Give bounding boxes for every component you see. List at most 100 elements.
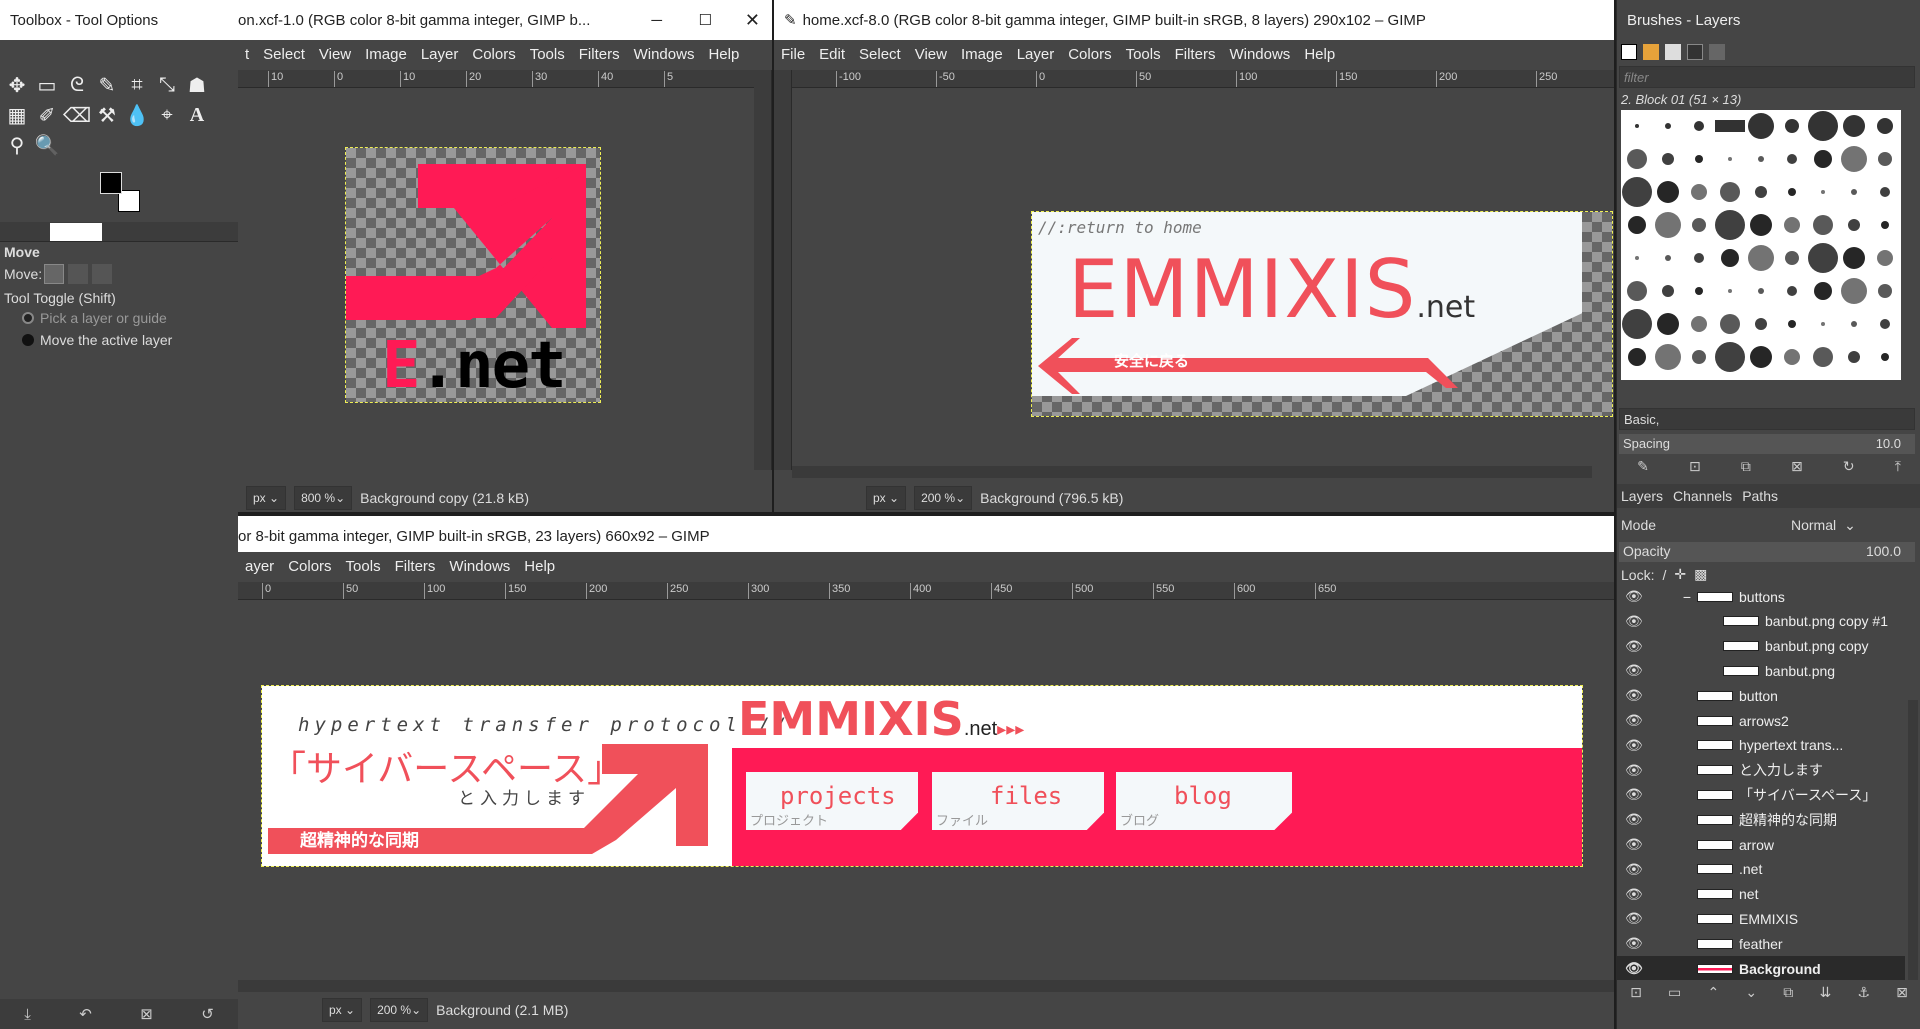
spacing-slider[interactable]: Spacing 10.0 (1619, 434, 1915, 454)
brush-tip[interactable] (1821, 322, 1825, 326)
brush-tip[interactable] (1720, 182, 1740, 202)
brush-tip[interactable] (1878, 284, 1892, 298)
menu-item[interactable]: Help (701, 46, 746, 63)
brush-tip[interactable] (1841, 146, 1867, 172)
brush-tip[interactable] (1821, 190, 1825, 194)
menu-item[interactable]: Tools (339, 558, 388, 575)
brush-tip[interactable] (1748, 245, 1774, 271)
brush-tip[interactable] (1843, 115, 1865, 137)
crop-icon[interactable]: ⌗ (122, 70, 152, 100)
paths-icon[interactable]: ⌖ (152, 100, 182, 130)
brush-tip[interactable] (1665, 255, 1671, 261)
delete-layer-icon[interactable]: ⊠ (1896, 984, 1908, 1008)
menu-item[interactable]: t (238, 46, 256, 63)
tool-options-tab[interactable] (50, 223, 102, 241)
chevron-down-icon[interactable]: ⌄ (1844, 517, 1856, 534)
palettes-tab-icon[interactable] (1709, 44, 1725, 60)
menu-item[interactable]: Filters (388, 558, 443, 575)
layer-row[interactable]: 👁 button (1617, 683, 1905, 708)
brush-grid[interactable] (1621, 110, 1901, 380)
visibility-eye-icon[interactable]: 👁 (1625, 886, 1647, 903)
brush-tip[interactable] (1851, 189, 1857, 195)
menu-item[interactable]: Image (954, 46, 1010, 63)
brush-tip[interactable] (1635, 124, 1639, 128)
brush-preset-select[interactable]: Basic, (1619, 408, 1915, 430)
brush-tip[interactable] (1813, 215, 1833, 235)
brush-tip[interactable] (1881, 221, 1889, 229)
banner-tab-projects[interactable]: projects プロジェクト (746, 772, 918, 830)
brush-tip[interactable] (1694, 253, 1704, 263)
layer-row[interactable]: 👁 hypertext trans... (1617, 733, 1905, 758)
brushes-tab-icon[interactable] (1621, 44, 1637, 60)
color-picker-icon[interactable]: ⚲ (2, 130, 32, 160)
brush-tip[interactable] (1748, 113, 1774, 139)
layer-row[interactable]: 👁 arrow (1617, 832, 1905, 857)
unit-select[interactable]: px ⌄ (866, 486, 907, 510)
brush-tip[interactable] (1715, 342, 1745, 372)
visibility-eye-icon[interactable]: 👁 (1625, 712, 1647, 729)
layer-row[interactable]: 👁 − buttons (1617, 584, 1905, 609)
layer-row[interactable]: 👁 feather (1617, 931, 1905, 956)
brush-tip[interactable] (1628, 348, 1646, 366)
brush-tip[interactable] (1692, 350, 1706, 364)
option-move-layer[interactable]: Move the active layer (22, 332, 172, 348)
brush-tip[interactable] (1877, 250, 1893, 266)
unit-select[interactable]: px ⌄ (322, 998, 363, 1022)
visibility-eye-icon[interactable]: 👁 (1625, 737, 1647, 754)
transform-icon[interactable]: ⤡ (152, 70, 182, 100)
brush-tip[interactable] (1788, 320, 1796, 328)
menu-item[interactable]: Tools (1119, 46, 1168, 63)
brush-tip[interactable] (1814, 282, 1832, 300)
menu-item[interactable]: Colors (465, 46, 522, 63)
lock-alpha-icon[interactable]: ▩ (1694, 566, 1707, 583)
layer-row[interactable]: 👁 arrows2 (1617, 708, 1905, 733)
brush-tip[interactable] (1728, 157, 1732, 161)
main-canvas[interactable]: hypertext transfer protocol:// EMMIXIS.n… (238, 600, 1614, 980)
zoom-select[interactable]: 800 % ⌄ (294, 486, 353, 510)
menu-item[interactable]: Filters (1168, 46, 1223, 63)
move-tool-icon[interactable]: ✥ (2, 70, 32, 100)
visibility-eye-icon[interactable]: 👁 (1625, 786, 1647, 803)
rect-select-icon[interactable]: ▭ (32, 70, 62, 100)
visibility-eye-icon[interactable]: 👁 (1625, 613, 1647, 630)
anchor-icon[interactable]: ⚓ (1857, 984, 1870, 1008)
menu-item[interactable]: View (312, 46, 358, 63)
layer-row[interactable]: 👁 「サイバースペース」 (1617, 782, 1905, 807)
brush-tip[interactable] (1880, 187, 1890, 197)
brush-tip[interactable] (1848, 351, 1860, 363)
opacity-slider[interactable]: Opacity 100.0 (1619, 542, 1915, 562)
option-pick-layer[interactable]: Pick a layer or guide (22, 310, 167, 326)
delete-brush-icon[interactable]: ⊠ (1791, 458, 1803, 480)
menu-item[interactable]: Windows (627, 46, 702, 63)
lock-pixels-icon[interactable]: / (1662, 567, 1666, 583)
brush-tip[interactable] (1758, 288, 1764, 294)
brush-tip[interactable] (1787, 286, 1797, 296)
menu-item[interactable]: Edit (812, 46, 852, 63)
open-as-image-icon[interactable]: ⤒ (1895, 458, 1901, 480)
menu-item[interactable]: Windows (442, 558, 517, 575)
brush-tip[interactable] (1750, 346, 1772, 368)
menu-item[interactable]: Tools (523, 46, 572, 63)
edit-brush-icon[interactable]: ✎ (1637, 458, 1649, 480)
brush-tip[interactable] (1715, 210, 1745, 240)
layer-row[interactable]: 👁 .net (1617, 857, 1905, 882)
brush-tip[interactable] (1622, 177, 1652, 207)
brush-tip[interactable] (1785, 251, 1799, 265)
brush-tip[interactable] (1692, 218, 1706, 232)
new-brush-icon[interactable]: ⊡ (1689, 458, 1701, 480)
brush-tip[interactable] (1851, 321, 1857, 327)
layer-row[interactable]: 👁 banbut.png (1617, 658, 1905, 683)
brush-tip[interactable] (1758, 156, 1764, 162)
fuzzy-select-icon[interactable]: ✎ (92, 70, 122, 100)
menu-item[interactable]: Colors (281, 558, 338, 575)
menu-item[interactable]: Image (358, 46, 414, 63)
brush-tip[interactable] (1880, 319, 1890, 329)
brush-tip[interactable] (1808, 111, 1838, 141)
layer-row[interactable]: 👁 Background (1617, 956, 1905, 980)
fg-bg-colors[interactable] (100, 172, 140, 212)
brush-tip[interactable] (1877, 118, 1893, 134)
brush-tip[interactable] (1843, 247, 1865, 269)
visibility-eye-icon[interactable]: 👁 (1625, 811, 1647, 828)
menu-item[interactable]: Help (1297, 46, 1342, 63)
brush-tip[interactable] (1695, 287, 1703, 295)
